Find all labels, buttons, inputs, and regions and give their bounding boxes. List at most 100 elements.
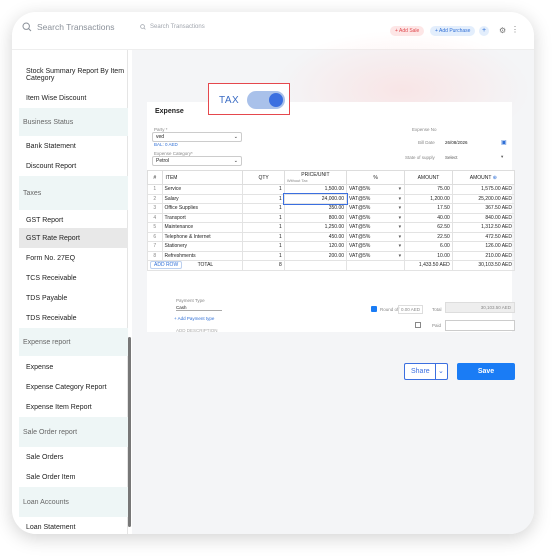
party-select[interactable]: ved ⌄ (152, 132, 242, 142)
row-price[interactable]: 200.00 (283, 250, 348, 261)
row-tax-amount: 40.00 (404, 212, 453, 223)
share-button[interactable]: Share ⌄ (404, 363, 448, 380)
row-item[interactable]: Telephone & Internet (161, 231, 244, 242)
tax-toggle[interactable] (247, 91, 285, 109)
add-payment-link[interactable]: + Add Payment type (174, 316, 214, 321)
row-qty[interactable]: 1 (242, 250, 285, 261)
calendar-icon[interactable]: ▣ (501, 139, 507, 146)
row-tax-rate[interactable]: VAT@5% ▾ (346, 231, 406, 242)
add-column-icon[interactable]: ⊕ (493, 175, 497, 181)
sidebar-section-header: Expense report (19, 328, 128, 356)
row-tax-amount: 17.50 (404, 203, 453, 214)
row-price[interactable]: 120.00 (283, 241, 348, 252)
row-qty[interactable]: 1 (242, 241, 285, 252)
sidebar-item[interactable]: Stock Summary Report By Item Category (19, 64, 128, 86)
row-amount: 1,575.00 AED (451, 184, 516, 195)
sidebar-item[interactable]: Discount Report (19, 156, 128, 176)
chevron-down-icon[interactable]: ▾ (399, 253, 402, 259)
chevron-down-icon[interactable]: ▾ (399, 186, 402, 192)
row-item[interactable]: Refreshments (161, 250, 244, 261)
sidebar-item[interactable]: Expense Item Report (19, 397, 128, 417)
sidebar-item[interactable]: Loan Statement (19, 517, 128, 534)
row-index: 3 (147, 203, 163, 214)
row-tax-amount: 1,200.00 (404, 193, 453, 204)
sidebar-item[interactable]: TDS Payable (19, 288, 128, 308)
row-qty[interactable]: 1 (242, 193, 285, 204)
search-icon (140, 24, 146, 30)
row-tax-rate[interactable]: VAT@5% ▾ (346, 193, 406, 204)
row-price[interactable]: 450.00 (283, 231, 348, 242)
state-select[interactable]: Select (445, 155, 458, 160)
row-item[interactable]: Salary (161, 193, 244, 204)
bill-date-value[interactable]: 26/08/2026 (445, 140, 468, 145)
row-item[interactable]: Transport (161, 212, 244, 223)
paid-checkbox[interactable] (415, 322, 421, 328)
chevron-down-icon[interactable]: ▾ (399, 205, 402, 211)
row-item[interactable]: Stationery (161, 241, 244, 252)
row-tax-rate[interactable]: VAT@5% ▾ (346, 241, 406, 252)
table-header-row: # ITEM QTY PRICE/UNIT Without Tax % AMOUN… (147, 170, 516, 185)
chevron-down-icon: ⌄ (233, 158, 238, 164)
row-item[interactable]: Office Supplies (161, 203, 244, 214)
sidebar-item[interactable]: Item Wise Discount (19, 88, 128, 108)
row-tax-rate[interactable]: VAT@5% ▾ (346, 212, 406, 223)
chevron-down-icon[interactable]: ▾ (399, 234, 402, 240)
row-qty[interactable]: 1 (242, 231, 285, 242)
col-item: ITEM (161, 170, 244, 185)
sidebar-scrollbar[interactable] (128, 337, 131, 527)
chevron-down-icon[interactable]: ▾ (399, 243, 402, 249)
row-price[interactable]: 350.00 (283, 203, 348, 214)
sidebar: Stock Summary Report By Item Category Ite… (19, 50, 128, 534)
round-off-value[interactable]: 0.00 AED (398, 305, 424, 314)
payment-type-select[interactable]: Cash (176, 305, 222, 311)
row-index: 2 (147, 193, 163, 204)
row-index: 1 (147, 184, 163, 195)
row-tax-rate[interactable]: VAT@5% ▾ (346, 203, 406, 214)
row-item[interactable]: Service (161, 184, 244, 195)
row-qty[interactable]: 1 (242, 222, 285, 233)
sidebar-section-header: Business Status (19, 108, 128, 136)
add-row-button[interactable]: ADD ROW (150, 261, 183, 270)
chevron-down-icon[interactable]: ⌄ (438, 367, 444, 375)
row-index: 4 (147, 212, 163, 223)
sidebar-search[interactable]: Search Transactions (22, 22, 114, 32)
row-price[interactable]: 24,000.00 (283, 193, 348, 205)
table-row: 6 Telephone & Internet 1 450.00 VAT@5% ▾ 22.50… (147, 231, 516, 242)
sidebar-item[interactable]: Expense (19, 357, 128, 377)
total-spacer (346, 260, 406, 271)
sidebar-item[interactable]: GST Report (19, 210, 128, 230)
sidebar-item[interactable]: Form No. 27EQ (19, 248, 128, 268)
sidebar-item[interactable]: Expense Category Report (19, 377, 128, 397)
sidebar-item[interactable]: Sale Orders (19, 447, 128, 467)
row-qty[interactable]: 1 (242, 203, 285, 214)
category-select[interactable]: Petrol ⌄ (152, 156, 242, 166)
chevron-down-icon[interactable]: ▾ (399, 224, 402, 230)
total-tax: 1,433.50 AED (404, 260, 453, 271)
sidebar-item[interactable]: GST Rate Report (19, 228, 128, 248)
row-price[interactable]: 800.00 (283, 212, 348, 223)
row-qty[interactable]: 1 (242, 184, 285, 195)
chevron-down-icon[interactable]: ▾ (399, 215, 402, 221)
row-tax-rate[interactable]: VAT@5% ▾ (346, 250, 406, 261)
add-description-button[interactable]: ADD DESCRIPTION (176, 328, 218, 333)
chevron-down-icon[interactable]: ▾ (399, 196, 402, 202)
save-button[interactable]: Save (457, 363, 515, 380)
sidebar-item[interactable]: TDS Receivable (19, 308, 128, 328)
round-off-checkbox[interactable] (371, 306, 377, 312)
sidebar-item[interactable]: TCS Receivable (19, 268, 128, 288)
sidebar-item[interactable]: Bank Statement (19, 136, 128, 156)
main-search[interactable]: Search Transactions (140, 24, 205, 30)
row-price[interactable]: 1,250.00 (283, 222, 348, 233)
sidebar-item[interactable]: Sale Order Item (19, 467, 128, 487)
row-qty[interactable]: 1 (242, 212, 285, 223)
paid-input[interactable] (445, 320, 515, 331)
table-row: 2 Salary 1 24,000.00 VAT@5% ▾ 1,200.00 25,200.0… (147, 193, 516, 205)
row-item[interactable]: Maintenance (161, 222, 244, 233)
row-tax-amount: 22.50 (404, 231, 453, 242)
row-tax-rate[interactable]: VAT@5% ▾ (346, 222, 406, 233)
sidebar-section-header: Sale Order report (19, 417, 128, 447)
row-tax-rate[interactable]: VAT@5% ▾ (346, 184, 406, 195)
table-total-row: ADD ROW TOTAL 8 1,433.50 AED 30,103.50 A… (146, 260, 516, 271)
chevron-down-icon: ⌄ (233, 134, 238, 140)
row-price[interactable]: 1,500.00 (283, 184, 348, 195)
